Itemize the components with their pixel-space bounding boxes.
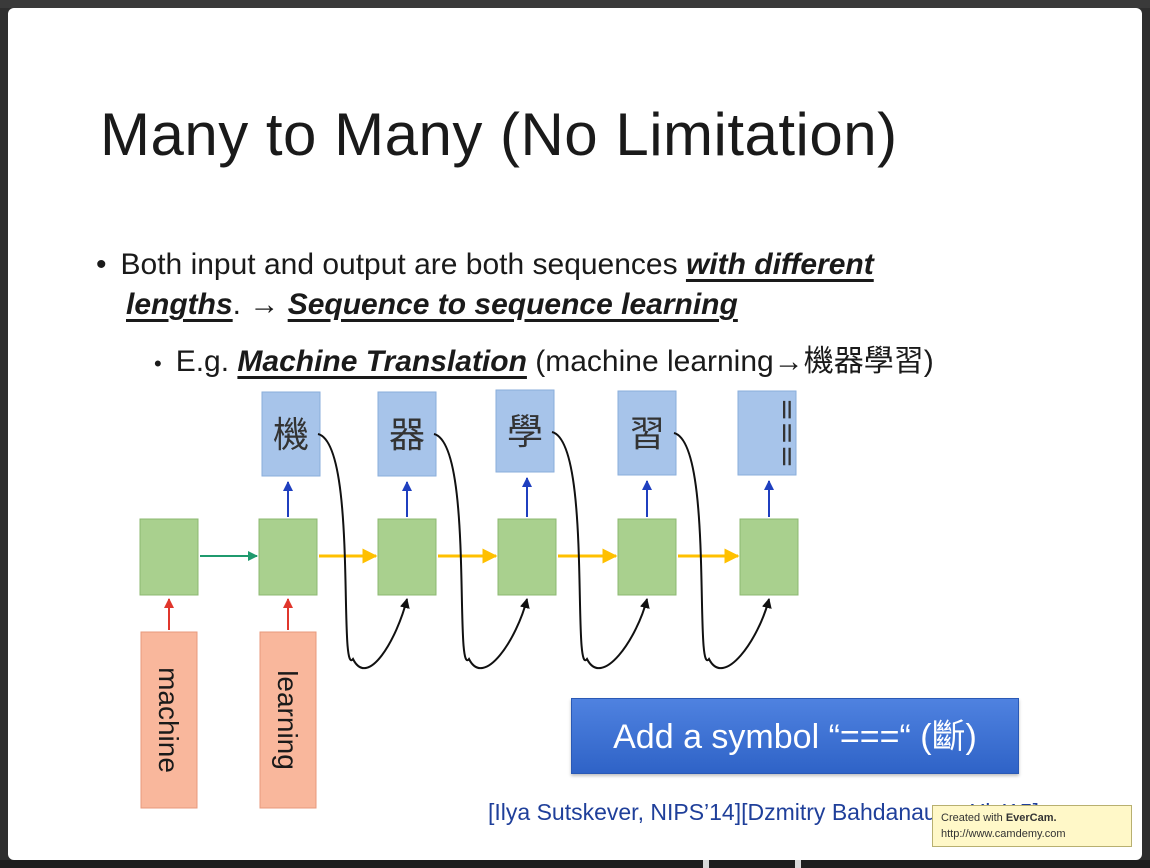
input-word-learning: learning (272, 670, 303, 770)
scrub-tick (795, 860, 801, 868)
rnn-cell-3 (377, 518, 437, 596)
watermark-prefix: Created with (941, 812, 1006, 824)
watermark-url: http://www.camdemy.com (941, 828, 1066, 840)
rnn-cell-2 (258, 518, 318, 596)
evercam-watermark: Created with EverCam. http://www.camdemy… (932, 805, 1132, 847)
rnn-cell-6 (739, 518, 799, 596)
rnn-cell-5 (617, 518, 677, 596)
player-frame-top (0, 0, 1150, 8)
output-token-3: 學 (507, 412, 543, 453)
watermark-brand: EverCam. (1005, 812, 1057, 824)
output-token-1: 機 (273, 415, 309, 456)
output-token-2: 器 (389, 415, 425, 456)
rnn-cell-1 (139, 518, 199, 596)
callout-box: Add a symbol “===“ (斷) (571, 698, 1019, 774)
rnn-cell-4 (497, 518, 557, 596)
output-token-4: 習 (629, 414, 665, 455)
output-token-5: === (771, 398, 804, 468)
input-word-machine: machine (153, 667, 184, 773)
scrub-tick (703, 860, 709, 868)
slide: Many to Many (No Limitation) • Both input… (8, 8, 1142, 860)
player-frame-bottom (0, 860, 1150, 868)
